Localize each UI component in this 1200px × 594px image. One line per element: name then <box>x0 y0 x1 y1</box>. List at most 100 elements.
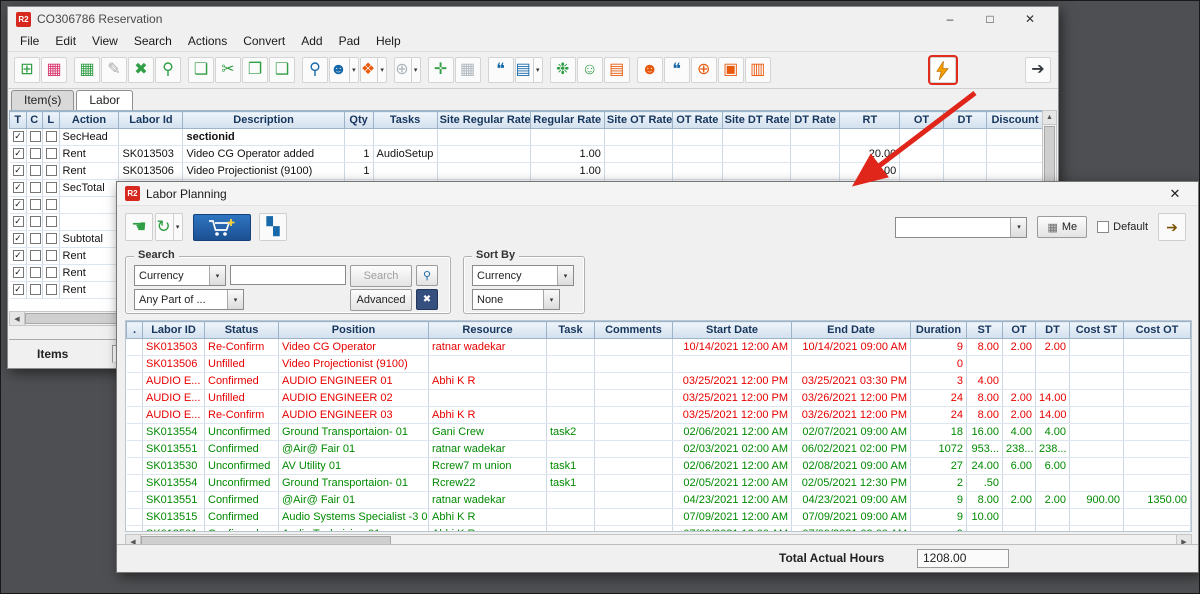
menu-item-search[interactable]: Search <box>126 32 180 50</box>
menu-item-view[interactable]: View <box>84 32 126 50</box>
row-checkbox-checked[interactable]: ✓ <box>13 233 24 244</box>
row-checkbox[interactable] <box>30 250 41 261</box>
layout-icon[interactable]: ▦ <box>455 57 481 83</box>
dialog-close-icon[interactable]: ✕ <box>1160 182 1190 206</box>
main-col-header[interactable]: Description <box>183 112 344 129</box>
search-field-combobox[interactable]: Currency ▾ <box>134 265 226 286</box>
main-col-header[interactable]: Site Regular Rate <box>437 112 530 129</box>
dialog-col-header[interactable]: Duration <box>911 322 967 339</box>
row-checkbox-checked[interactable]: ✓ <box>13 199 24 210</box>
dialog-col-header[interactable]: Start Date <box>673 322 792 339</box>
refresh-dropdown-icon[interactable]: ▾ <box>173 214 182 240</box>
sort-field-combobox[interactable]: Currency ▾ <box>472 265 574 286</box>
minimize-button[interactable]: – <box>930 7 970 31</box>
main-col-header[interactable]: RT <box>840 112 900 129</box>
dialog-col-header[interactable]: Resource <box>429 322 547 339</box>
dialog-col-header[interactable]: Labor ID <box>143 322 205 339</box>
photo-icon[interactable]: ▣ <box>718 57 744 83</box>
dialog-col-header[interactable]: Task <box>547 322 595 339</box>
main-col-header[interactable]: L <box>43 112 60 129</box>
row-checkbox[interactable] <box>30 199 41 210</box>
cart-add-icon[interactable]: ⊕▾ <box>394 57 420 83</box>
row-checkbox[interactable] <box>30 267 41 278</box>
labor-row[interactable]: AUDIO E...UnfilledAUDIO ENGINEER 0203/25… <box>127 390 1191 407</box>
expand-icon[interactable]: ✛ <box>428 57 454 83</box>
person-search-icon-dropdown[interactable]: ▾ <box>349 58 358 82</box>
row-checkbox[interactable] <box>46 199 57 210</box>
person-find-icon[interactable]: ☻ <box>637 57 663 83</box>
row-checkbox[interactable] <box>46 216 57 227</box>
main-col-header[interactable]: Tasks <box>373 112 437 129</box>
row-checkbox[interactable] <box>46 267 57 278</box>
menu-item-edit[interactable]: Edit <box>47 32 84 50</box>
main-col-header[interactable]: Site DT Rate <box>722 112 790 129</box>
dialog-col-header[interactable]: DT <box>1036 322 1070 339</box>
labor-row[interactable]: AUDIO E...ConfirmedAUDIO ENGINEER 01Abhi… <box>127 373 1191 390</box>
dialog-col-header[interactable]: Cost OT <box>1124 322 1191 339</box>
row-checkbox[interactable] <box>30 165 41 176</box>
main-col-header[interactable]: Labor Id <box>119 112 183 129</box>
refresh-icon[interactable]: ↻ ▾ <box>155 213 183 241</box>
edit-icon[interactable]: ✎ <box>101 57 127 83</box>
dialog-col-header[interactable]: Status <box>205 322 279 339</box>
main-col-header[interactable]: DT Rate <box>790 112 840 129</box>
main-col-header[interactable]: DT <box>943 112 986 129</box>
calendar-icon[interactable]: ▤▾ <box>515 57 543 83</box>
row-checkbox-checked[interactable]: ✓ <box>13 148 24 159</box>
exit-icon[interactable]: ➔ <box>1025 57 1051 83</box>
find-duplicate-icon[interactable]: ❏ <box>188 57 214 83</box>
calendar-icon-dropdown[interactable]: ▾ <box>533 58 542 82</box>
main-col-header[interactable]: Action <box>59 112 119 129</box>
comment-icon[interactable]: ❝ <box>488 57 514 83</box>
labor-row[interactable]: SK013551Confirmed@Air@ Fair 01ratnar wad… <box>127 492 1191 509</box>
main-col-header[interactable]: Discount <box>987 112 1044 129</box>
menu-item-convert[interactable]: Convert <box>235 32 293 50</box>
main-col-header[interactable]: C <box>26 112 43 129</box>
default-checkbox[interactable] <box>1097 221 1109 233</box>
labor-row[interactable]: AUDIO E...Re-ConfirmAUDIO ENGINEER 03Abh… <box>127 407 1191 424</box>
row-checkbox[interactable] <box>30 233 41 244</box>
smiley-icon[interactable]: ☺ <box>577 57 603 83</box>
row-checkbox[interactable] <box>30 216 41 227</box>
dialog-col-header[interactable]: Comments <box>595 322 673 339</box>
grab-hand-icon[interactable]: ☚ <box>125 213 153 241</box>
row-checkbox-checked[interactable]: ✓ <box>13 131 24 142</box>
row-checkbox-checked[interactable]: ✓ <box>13 284 24 295</box>
person-chat-icon[interactable]: ❝ <box>664 57 690 83</box>
menu-item-add[interactable]: Add <box>293 32 330 50</box>
row-checkbox[interactable] <box>30 148 41 159</box>
main-col-header[interactable]: T <box>10 112 27 129</box>
row-checkbox-checked[interactable]: ✓ <box>13 250 24 261</box>
dialog-col-header[interactable]: Cost ST <box>1070 322 1124 339</box>
labor-row[interactable]: SK013501ConfirmedAudio Technician 01Abhi… <box>127 526 1191 533</box>
labor-planning-icon[interactable] <box>930 57 956 83</box>
invoice-icon[interactable]: ▤ <box>604 57 630 83</box>
dialog-col-header[interactable]: OT <box>1003 322 1036 339</box>
truck-icon[interactable]: ▥ <box>745 57 771 83</box>
main-col-header[interactable]: Regular Rate <box>530 112 604 129</box>
dialog-col-header[interactable]: . <box>127 322 143 339</box>
dialog-col-header[interactable]: Position <box>279 322 429 339</box>
row-checkbox-checked[interactable]: ✓ <box>13 165 24 176</box>
labor-row[interactable]: SK013551Confirmed@Air@ Fair 01ratnar wad… <box>127 441 1191 458</box>
advanced-button[interactable]: Advanced <box>350 289 412 311</box>
save-as-icon[interactable]: ▦ <box>41 57 67 83</box>
maximize-button[interactable]: □ <box>970 7 1010 31</box>
chevron-down-icon[interactable]: ▾ <box>543 290 559 309</box>
labor-row[interactable]: SK013554UnconfirmedGround Transportaion-… <box>127 475 1191 492</box>
labor-row[interactable]: SK013554UnconfirmedGround Transportaion-… <box>127 424 1191 441</box>
components-icon-dropdown[interactable]: ▾ <box>377 58 386 82</box>
search-magnifier-button[interactable]: ⚲ <box>416 265 438 286</box>
item-row[interactable]: ✓RentSK013503Video CG Operator added1Aud… <box>10 146 1044 163</box>
row-checkbox-checked[interactable]: ✓ <box>13 267 24 278</box>
clear-search-button[interactable]: ✖ <box>416 289 438 310</box>
search-icon[interactable]: ⚲ <box>155 57 181 83</box>
menu-item-file[interactable]: File <box>12 32 47 50</box>
row-checkbox[interactable] <box>46 250 57 261</box>
new-item-icon[interactable]: ⊞ <box>14 57 40 83</box>
scroll-left-icon[interactable]: ◀ <box>10 312 25 325</box>
close-button[interactable]: ✕ <box>1010 7 1050 31</box>
main-col-header[interactable]: Qty <box>344 112 373 129</box>
exit-icon[interactable]: ➔ <box>1158 213 1186 241</box>
main-col-header[interactable]: OT <box>900 112 943 129</box>
